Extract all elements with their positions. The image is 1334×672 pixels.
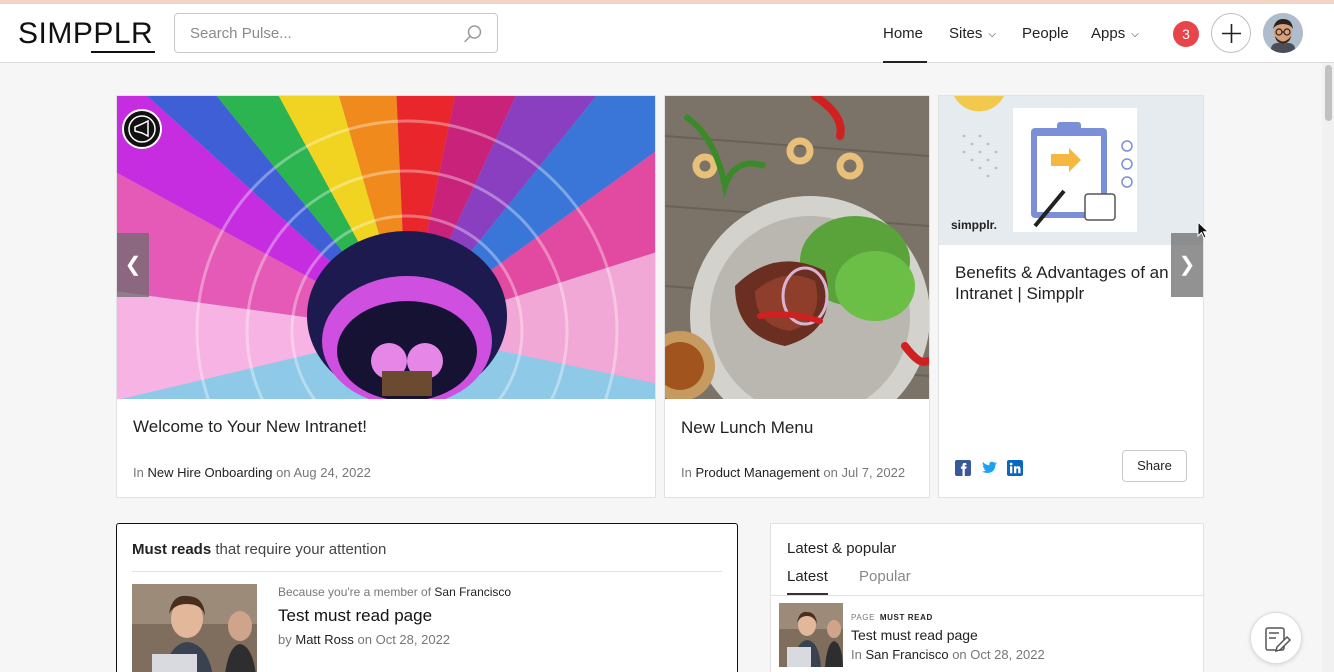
scrollbar-thumb[interactable] bbox=[1325, 65, 1332, 121]
tag-page: PAGE bbox=[851, 613, 876, 622]
chevron-left-icon: ❮ bbox=[124, 254, 142, 276]
mouse-cursor-icon bbox=[1197, 221, 1209, 239]
share-button[interactable]: Share bbox=[1122, 450, 1187, 482]
card-title[interactable]: Welcome to Your New Intranet! bbox=[133, 417, 367, 437]
must-reads-title: Must reads bbox=[132, 541, 212, 558]
plus-icon bbox=[1222, 24, 1241, 43]
facebook-icon[interactable] bbox=[955, 460, 971, 476]
avatar-illustration bbox=[1263, 13, 1303, 53]
meta-prefix: In bbox=[681, 465, 692, 480]
date-prefix: on bbox=[357, 632, 372, 647]
must-reads-heading: Must reads that require your attention bbox=[132, 541, 386, 558]
latest-popular-panel: Latest & popular Latest Popular PAGE MUS… bbox=[770, 523, 1204, 672]
latest-item-title[interactable]: Test must read page bbox=[851, 627, 978, 643]
steak-salad-image bbox=[665, 96, 929, 399]
page-scrollbar[interactable] bbox=[1322, 63, 1334, 672]
nav-home-label: Home bbox=[883, 25, 924, 42]
search-input[interactable] bbox=[175, 14, 445, 52]
nav-people[interactable]: People bbox=[1022, 4, 1069, 63]
meta-prefix: In bbox=[133, 465, 144, 480]
latest-item-tags: PAGE MUST READ bbox=[851, 613, 933, 622]
tab-popular[interactable]: Popular bbox=[859, 568, 911, 593]
top-header: SIMPPLR Home Sites ⌵ People Apps ⌵ 3 bbox=[0, 4, 1334, 63]
must-read-title[interactable]: Test must read page bbox=[278, 606, 432, 626]
twitter-icon[interactable] bbox=[981, 460, 998, 476]
carousel-card-welcome[interactable]: Welcome to Your New Intranet! In New Hir… bbox=[116, 95, 656, 498]
carousel-prev-button[interactable]: ❮ bbox=[117, 233, 149, 297]
card-date: Jul 7, 2022 bbox=[841, 465, 906, 480]
user-avatar[interactable] bbox=[1263, 13, 1303, 53]
date-prefix: on bbox=[952, 647, 967, 662]
by-prefix: by bbox=[278, 632, 292, 647]
chevron-down-icon: ⌵ bbox=[1131, 29, 1139, 40]
must-reads-panel: Must reads that require your attention B… bbox=[116, 523, 738, 672]
card-meta: In New Hire Onboarding on Aug 24, 2022 bbox=[133, 465, 371, 480]
nav-home[interactable]: Home bbox=[883, 4, 927, 63]
must-reads-subtitle: that require your attention bbox=[215, 541, 387, 558]
carousel-card-benefits[interactable]: simpplr. Benefits & Advantages of an Int… bbox=[938, 95, 1204, 498]
reason-prefix: Because you're a member of bbox=[278, 585, 432, 599]
meta-on: on bbox=[823, 465, 838, 480]
must-read-meta: by Matt Ross on Oct 28, 2022 bbox=[278, 632, 450, 647]
nav-people-label: People bbox=[1022, 25, 1069, 42]
must-read-thumbnail[interactable] bbox=[132, 584, 257, 672]
tag-must-read: MUST READ bbox=[879, 613, 933, 622]
card-date: Aug 24, 2022 bbox=[293, 465, 371, 480]
card-meta: In Product Management on Jul 7, 2022 bbox=[681, 465, 905, 480]
latest-item-thumbnail[interactable] bbox=[779, 603, 843, 667]
search-icon[interactable] bbox=[463, 24, 483, 44]
nav-sites-label: Sites bbox=[949, 25, 983, 42]
edit-note-icon bbox=[1265, 627, 1292, 653]
nav-apps[interactable]: Apps ⌵ bbox=[1091, 4, 1139, 63]
must-read-reason: Because you're a member of San Francisco bbox=[278, 585, 511, 599]
meta-on: on bbox=[276, 465, 291, 480]
card-title[interactable]: New Lunch Menu bbox=[681, 418, 813, 438]
site-link[interactable]: Product Management bbox=[695, 465, 819, 480]
tabs-divider bbox=[771, 595, 1203, 596]
chevron-right-icon: ❯ bbox=[1178, 254, 1196, 276]
simpplr-logo[interactable]: SIMPPLR bbox=[18, 17, 153, 51]
site-link[interactable]: New Hire Onboarding bbox=[147, 465, 272, 480]
author-link[interactable]: Matt Ross bbox=[295, 632, 354, 647]
must-read-date: Oct 28, 2022 bbox=[375, 632, 451, 647]
hot-air-balloon-image bbox=[117, 96, 655, 399]
notification-badge[interactable]: 3 bbox=[1173, 21, 1199, 47]
tab-latest[interactable]: Latest bbox=[787, 568, 828, 595]
simpplr-watermark: simpplr. bbox=[951, 218, 998, 232]
benefits-image: simpplr. bbox=[939, 96, 1203, 245]
divider bbox=[132, 571, 722, 572]
floating-edit-button[interactable] bbox=[1250, 612, 1302, 664]
in-prefix: In bbox=[851, 647, 862, 662]
reason-site-link[interactable]: San Francisco bbox=[434, 585, 511, 599]
latest-site-link[interactable]: San Francisco bbox=[865, 647, 948, 662]
announcement-icon bbox=[122, 109, 162, 149]
latest-item-meta: In San Francisco on Oct 28, 2022 bbox=[851, 647, 1045, 662]
latest-item-date: Oct 28, 2022 bbox=[970, 647, 1045, 662]
nav-apps-label: Apps bbox=[1091, 25, 1126, 42]
search-box[interactable] bbox=[174, 13, 498, 53]
nav-sites[interactable]: Sites ⌵ bbox=[949, 4, 996, 63]
carousel-card-lunch[interactable]: New Lunch Menu In Product Management on … bbox=[664, 95, 930, 498]
card-title[interactable]: Benefits & Advantages of an Intranet | S… bbox=[955, 262, 1189, 304]
logo-underline bbox=[91, 51, 155, 53]
linkedin-icon[interactable] bbox=[1007, 460, 1023, 476]
chevron-down-icon: ⌵ bbox=[988, 29, 996, 40]
create-button[interactable] bbox=[1211, 13, 1251, 53]
carousel-next-button[interactable]: ❯ bbox=[1171, 233, 1203, 297]
latest-popular-title: Latest & popular bbox=[787, 540, 897, 557]
